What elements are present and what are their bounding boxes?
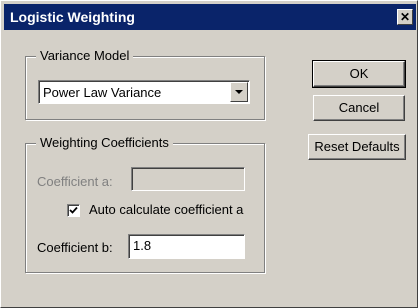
variance-model-dropdown-button[interactable] — [230, 82, 248, 102]
coefficient-a-label: Coefficient a: — [37, 174, 113, 189]
cancel-button[interactable]: Cancel — [313, 95, 405, 121]
variance-model-select[interactable]: Power Law Variance — [38, 80, 250, 104]
ok-button[interactable]: OK — [312, 60, 406, 88]
weighting-coefficients-legend: Weighting Coefficients — [36, 135, 173, 151]
check-icon — [69, 206, 78, 214]
dialog-window: Logistic Weighting ✕ Variance Model Powe… — [0, 0, 418, 308]
auto-calc-checkbox[interactable] — [67, 204, 80, 217]
variance-model-legend: Variance Model — [36, 48, 134, 64]
coefficient-a-input[interactable] — [131, 167, 245, 191]
variance-model-group: Variance Model Power Law Variance — [25, 48, 265, 120]
chevron-down-icon — [235, 90, 243, 94]
coefficient-b-input[interactable]: 1.8 — [128, 234, 245, 259]
window-title: Logistic Weighting — [10, 9, 135, 25]
close-icon: ✕ — [399, 10, 411, 24]
reset-defaults-button[interactable]: Reset Defaults — [308, 134, 406, 160]
coefficient-b-label: Coefficient b: — [37, 240, 113, 255]
title-bar[interactable]: Logistic Weighting ✕ — [4, 4, 416, 30]
variance-model-value: Power Law Variance — [43, 85, 162, 100]
close-button[interactable]: ✕ — [397, 9, 413, 25]
auto-calc-label[interactable]: Auto calculate coefficient a — [89, 202, 243, 218]
